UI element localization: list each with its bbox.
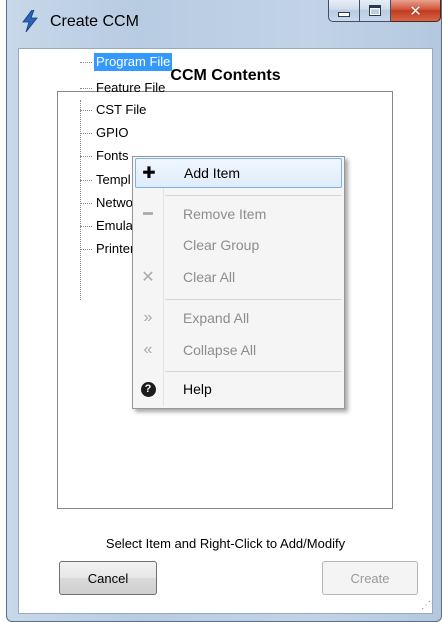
x-icon: ✕ bbox=[141, 269, 155, 286]
tree-item-label: Program File bbox=[94, 53, 173, 71]
menu-item-clear-group[interactable]: Clear Group bbox=[135, 230, 342, 260]
tree-connector bbox=[80, 225, 92, 227]
instruction-text: Select Item and Right-Click to Add/Modif… bbox=[105, 536, 346, 551]
window-controls: ✕ bbox=[328, 0, 441, 22]
cancel-button[interactable]: Cancel bbox=[59, 561, 157, 595]
tree-item[interactable]: Netwo bbox=[80, 193, 135, 213]
title-bar[interactable]: Create CCM ✕ bbox=[7, 0, 441, 48]
tree-item-label: GPIO bbox=[96, 125, 129, 140]
minimize-button[interactable] bbox=[328, 0, 360, 22]
tree-item-label: Feature File bbox=[96, 80, 166, 95]
menu-item-label: Expand All bbox=[183, 310, 250, 326]
close-icon: ✕ bbox=[409, 1, 422, 20]
double-chevron-left-icon: « bbox=[143, 341, 153, 358]
tree-connector bbox=[80, 61, 92, 63]
menu-item-clear-all[interactable]: ✕ Clear All bbox=[135, 262, 342, 292]
tree-item[interactable]: Feature File bbox=[80, 78, 167, 98]
maximize-icon bbox=[369, 5, 381, 16]
window-title: Create CCM bbox=[50, 13, 139, 30]
menu-item-remove-item[interactable]: ━ Remove Item bbox=[135, 199, 342, 229]
close-button[interactable]: ✕ bbox=[391, 0, 441, 22]
tree-connector bbox=[80, 179, 92, 181]
menu-separator bbox=[165, 371, 342, 372]
tree-item-label: Templ bbox=[96, 172, 131, 187]
tree-connector bbox=[80, 87, 92, 89]
menu-item-add-item[interactable]: ✚ Add Item bbox=[135, 158, 342, 188]
minimize-icon bbox=[338, 12, 350, 17]
tree-connector bbox=[80, 155, 92, 157]
tree-item-label: Printer bbox=[96, 241, 135, 256]
tree-item[interactable]: Program File bbox=[80, 52, 173, 72]
menu-separator bbox=[165, 299, 342, 300]
menu-item-label: Clear All bbox=[183, 269, 236, 285]
plus-icon: ✚ bbox=[142, 165, 156, 182]
tree-item[interactable]: CST File bbox=[80, 100, 148, 120]
tree-connector bbox=[80, 202, 92, 204]
tree-item[interactable]: Fonts bbox=[80, 146, 131, 166]
question-mark-glyph: ? bbox=[140, 381, 156, 397]
context-menu: ✚ Add Item ━ Remove Item Clear Group ✕ Clear A… bbox=[132, 156, 345, 409]
menu-separator bbox=[165, 195, 342, 196]
menu-item-label: Remove Item bbox=[183, 206, 267, 222]
tree-item-label: Netwo bbox=[96, 195, 133, 210]
tree-item[interactable]: Emula bbox=[80, 216, 135, 236]
tree-item-label: Emula bbox=[96, 218, 133, 233]
double-chevron-right-icon: » bbox=[143, 309, 153, 326]
tree-item-label: Fonts bbox=[96, 148, 129, 163]
menu-item-collapse-all[interactable]: « Collapse All bbox=[135, 335, 342, 365]
tree-connector bbox=[80, 132, 92, 134]
tree-item[interactable]: Templ bbox=[80, 170, 133, 190]
tree-connector bbox=[80, 248, 92, 250]
tree-item[interactable]: GPIO bbox=[80, 123, 131, 143]
menu-item-label: Add Item bbox=[184, 165, 241, 181]
menu-item-label: Clear Group bbox=[183, 237, 260, 253]
tree-item[interactable]: Printer bbox=[80, 239, 136, 259]
tree-item-label: CST File bbox=[96, 102, 147, 117]
menu-item-label: Help bbox=[183, 381, 212, 397]
lightning-icon bbox=[22, 10, 38, 32]
maximize-button[interactable] bbox=[360, 0, 391, 22]
create-button[interactable]: Create bbox=[322, 561, 418, 595]
menu-item-help[interactable]: ? Help bbox=[135, 374, 342, 404]
menu-item-expand-all[interactable]: » Expand All bbox=[135, 303, 342, 333]
resize-grip-icon[interactable]: ⋰ bbox=[421, 600, 431, 611]
help-icon: ? bbox=[135, 381, 161, 397]
menu-item-label: Collapse All bbox=[183, 342, 257, 358]
tree-connector bbox=[80, 109, 92, 111]
minus-icon: ━ bbox=[143, 206, 153, 223]
